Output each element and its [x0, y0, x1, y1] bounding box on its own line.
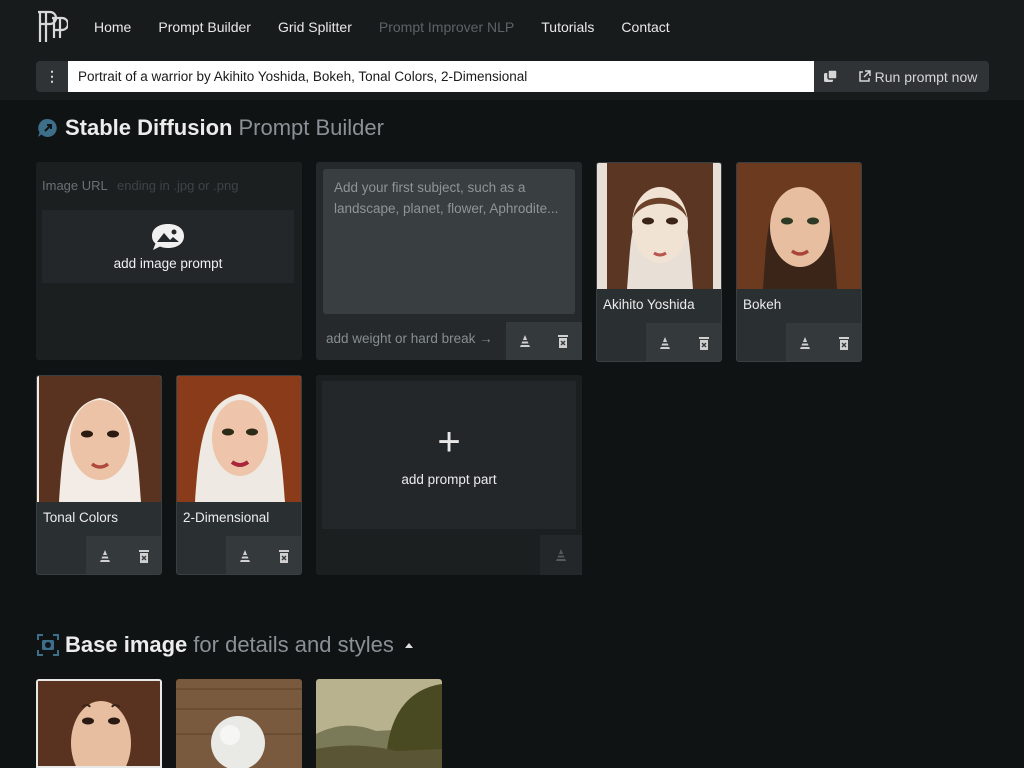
weight-icon[interactable] [95, 546, 115, 566]
kebab-vertical-icon[interactable]: ⋮ [36, 61, 68, 92]
card-image [597, 163, 721, 289]
prompt-card-akihito[interactable]: Akihito Yoshida [596, 162, 722, 362]
add-image-prompt-label: add image prompt [113, 256, 223, 271]
camera-focus-icon [37, 634, 59, 656]
nav-home[interactable]: Home [94, 18, 131, 36]
add-weight-button[interactable]: add weight or hard break → [326, 331, 493, 346]
main-nav: Home Prompt Builder Grid Splitter Prompt… [94, 18, 697, 36]
copy-icon [823, 69, 838, 82]
image-bubble-icon [152, 224, 184, 250]
speech-bubble-arrow-icon [38, 118, 57, 137]
external-link-icon [858, 70, 871, 82]
top-bar: Home Prompt Builder Grid Splitter Prompt… [0, 0, 1024, 100]
prompt-bar: ⋮ Run prompt now [36, 61, 989, 92]
weight-icon[interactable] [515, 331, 535, 351]
trash-icon[interactable] [834, 333, 854, 353]
base-image-title-bold: Base image [65, 632, 188, 657]
add-image-prompt-button[interactable]: add image prompt [42, 210, 294, 283]
card-image [37, 376, 161, 502]
weight-icon[interactable] [235, 546, 255, 566]
card-actions [86, 536, 161, 574]
image-prompt-panel: Image URL ending in .jpg or .png add ima… [36, 162, 302, 360]
add-part-weight-button [540, 535, 582, 575]
card-actions [786, 323, 861, 361]
image-url-label: Image URL [42, 178, 108, 193]
copy-button[interactable] [814, 61, 846, 92]
subject-actions [506, 322, 582, 360]
card-actions [226, 536, 301, 574]
trash-icon[interactable] [694, 333, 714, 353]
nav-tutorials[interactable]: Tutorials [541, 18, 594, 36]
builder-title-bold: Stable Diffusion [65, 115, 233, 140]
logo-icon[interactable] [34, 8, 68, 44]
prompt-card-2-dimensional[interactable]: 2-Dimensional [176, 375, 302, 575]
prompt-card-bokeh[interactable]: Bokeh [736, 162, 862, 362]
prompt-card-tonal-colors[interactable]: Tonal Colors [36, 375, 162, 575]
caret-up-icon[interactable] [404, 641, 414, 649]
nav-prompt-builder[interactable]: Prompt Builder [158, 18, 251, 36]
run-prompt-button[interactable]: Run prompt now [846, 61, 989, 92]
builder-title: Stable Diffusion Prompt Builder [36, 115, 384, 141]
card-name: Bokeh [743, 297, 782, 312]
trash-icon[interactable] [274, 546, 294, 566]
subject-textarea[interactable]: Add your first subject, such as a landsc… [323, 169, 575, 314]
run-prompt-label: Run prompt now [874, 68, 978, 85]
trash-icon[interactable] [134, 546, 154, 566]
nav-contact[interactable]: Contact [621, 18, 669, 36]
nav-prompt-improver: Prompt Improver NLP [378, 19, 515, 35]
weight-icon[interactable] [795, 333, 815, 353]
card-image [177, 376, 301, 502]
base-image-thumb-sphere[interactable] [176, 679, 302, 768]
prompt-input[interactable] [68, 61, 814, 92]
base-image-thumb-landscape[interactable] [316, 679, 442, 768]
weight-icon[interactable] [655, 333, 675, 353]
nav-grid-splitter[interactable]: Grid Splitter [278, 18, 352, 36]
add-prompt-part-label: add prompt part [401, 471, 497, 487]
weight-icon [556, 549, 566, 561]
trash-icon[interactable] [553, 331, 573, 351]
card-name: 2-Dimensional [183, 510, 270, 525]
builder-title-muted: Prompt Builder [238, 115, 384, 140]
card-name: Akihito Yoshida [603, 297, 695, 312]
base-image-title-muted: for details and styles [193, 632, 394, 657]
card-image [737, 163, 861, 289]
image-url-input[interactable]: ending in .jpg or .png [117, 178, 238, 193]
base-image-title: Base image for details and styles [36, 632, 414, 658]
add-prompt-part-button[interactable]: + add prompt part [322, 381, 576, 529]
base-image-thumb-portrait[interactable] [36, 679, 162, 768]
plus-icon: + [437, 419, 461, 464]
card-name: Tonal Colors [43, 510, 119, 525]
card-actions [646, 323, 721, 361]
subject-panel: Add your first subject, such as a landsc… [316, 162, 582, 360]
